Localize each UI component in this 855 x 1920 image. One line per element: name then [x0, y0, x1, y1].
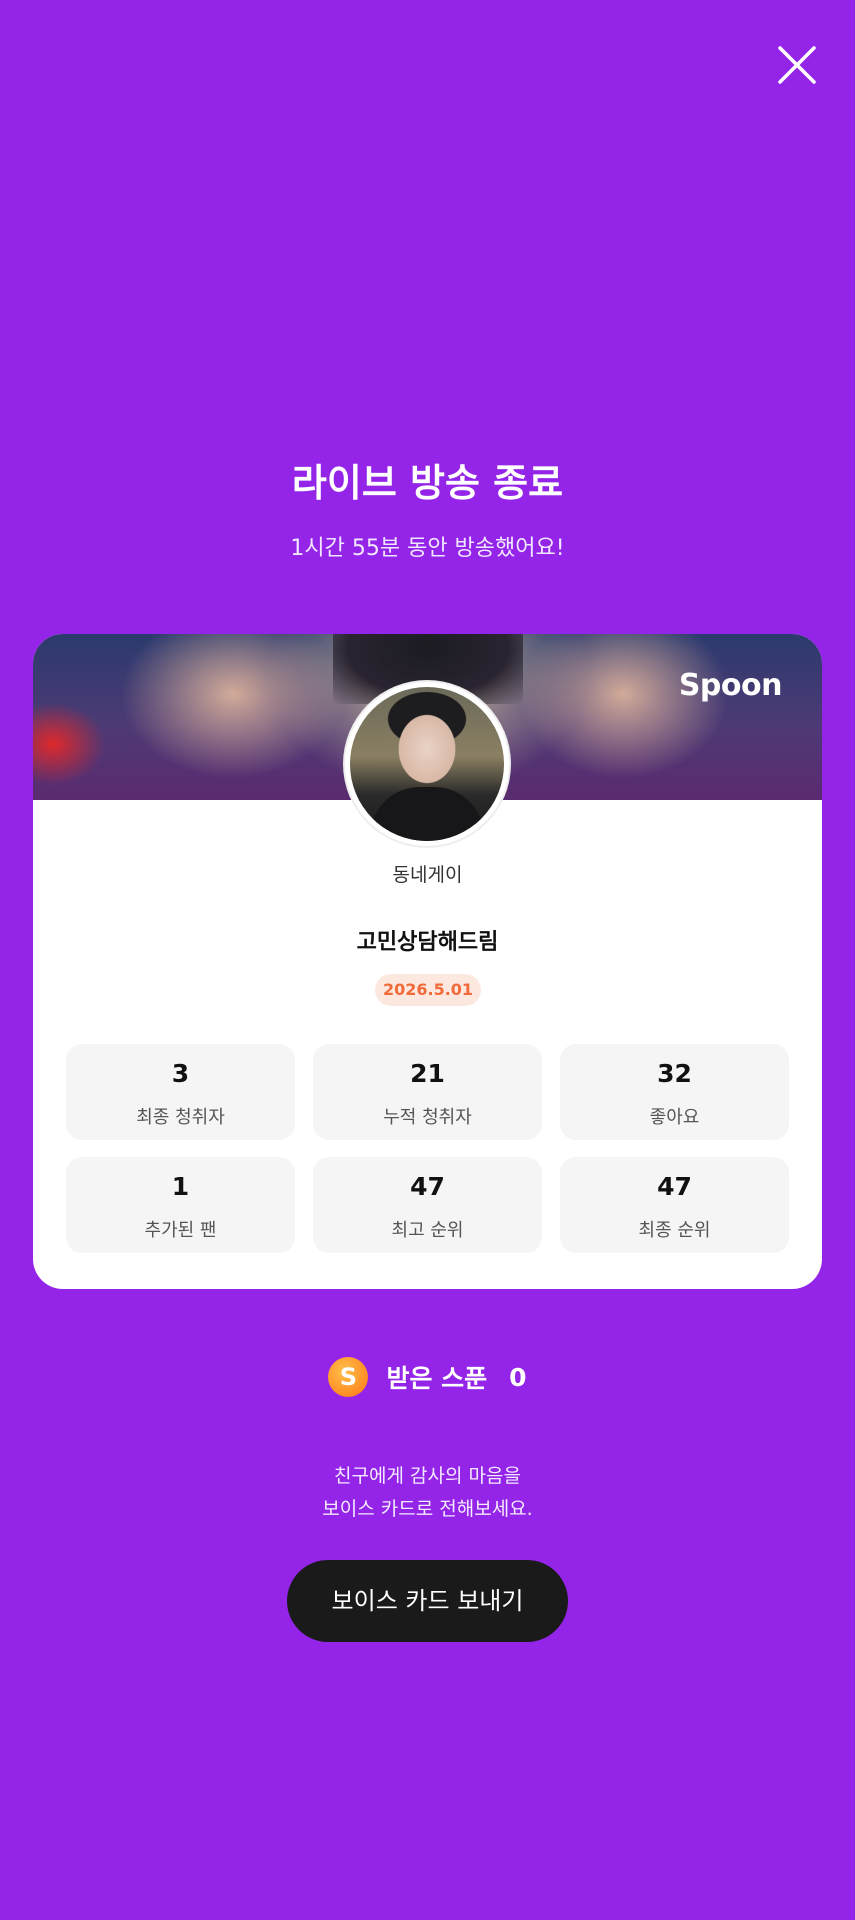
avatar[interactable] — [345, 682, 509, 846]
broadcast-duration: 1시간 55분 동안 방송했어요! — [290, 536, 565, 561]
stat-value: 3 — [171, 1059, 190, 1088]
received-spoons-label: 받은 스푼 — [386, 1364, 488, 1393]
date-badge: 2026.5.01 — [375, 974, 481, 1006]
stat-label: 최종 순위 — [638, 1220, 711, 1241]
spoon-logo: Spoon — [678, 668, 783, 703]
stat-label: 누적 청취자 — [383, 1107, 472, 1128]
message-line: 보이스 카드로 전해보세요. — [322, 1498, 533, 1520]
send-voice-card-button[interactable]: 보이스 카드 보내기 — [287, 1560, 568, 1642]
received-spoons: S 받은 스푼 0 — [0, 1357, 855, 1397]
stat-label: 최종 청취자 — [136, 1107, 225, 1128]
stat-value: 47 — [657, 1172, 692, 1201]
message-line: 친구에게 감사의 마음을 — [334, 1465, 521, 1487]
page-title: 라이브 방송 종료 — [291, 461, 564, 505]
stat-final-listeners: 3 최종 청취자 — [66, 1044, 295, 1140]
room-title: 고민상담해드림 — [356, 930, 499, 955]
stat-likes: 32 좋아요 — [560, 1044, 789, 1140]
stat-best-rank: 47 최고 순위 — [313, 1157, 542, 1253]
stats-grid: 3 최종 청취자 21 누적 청취자 32 좋아요 1 추가된 팬 47 최고 … — [66, 1044, 789, 1253]
stat-total-listeners: 21 누적 청취자 — [313, 1044, 542, 1140]
stat-label: 추가된 팬 — [144, 1220, 217, 1241]
stat-label: 좋아요 — [649, 1107, 700, 1128]
voice-card-message: 친구에게 감사의 마음을 보이스 카드로 전해보세요. — [0, 1460, 855, 1526]
broadcast-summary-card: Spoon 동네게이 고민상담해드림 2026.5.01 3 최종 청취자 21… — [33, 634, 822, 1289]
stat-value: 32 — [657, 1059, 692, 1088]
close-button[interactable] — [772, 40, 822, 90]
received-spoons-count: 0 — [509, 1362, 527, 1392]
spoon-coin-icon: S — [328, 1357, 369, 1397]
stat-value: 47 — [410, 1172, 445, 1201]
stat-new-fans: 1 추가된 팬 — [66, 1157, 295, 1253]
stat-value: 21 — [410, 1059, 445, 1088]
stat-final-rank: 47 최종 순위 — [560, 1157, 789, 1253]
stat-value: 1 — [171, 1172, 190, 1201]
close-icon — [778, 46, 816, 84]
username: 동네게이 — [392, 864, 463, 886]
stat-label: 최고 순위 — [391, 1220, 464, 1241]
